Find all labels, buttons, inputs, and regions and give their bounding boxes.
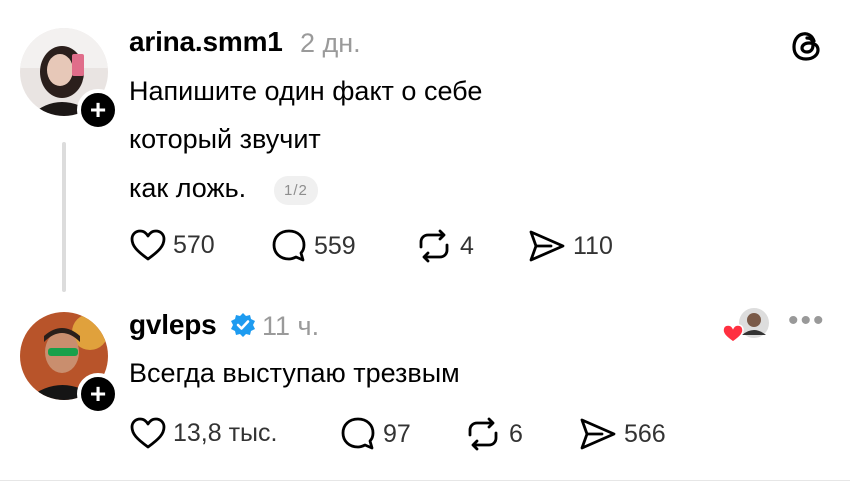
post-gvleps: + gvleps 11 ч. ••• Всегда выступаю трезв… — [0, 0, 850, 487]
username[interactable]: gvleps — [129, 309, 217, 341]
like-button[interactable]: 13,8 тыс. — [129, 416, 277, 450]
comment-icon — [341, 417, 375, 450]
comment-button[interactable]: 97 — [339, 416, 411, 452]
repost-count: 6 — [509, 419, 523, 448]
post-time: 11 ч. — [262, 311, 320, 341]
comment-count: 97 — [383, 419, 411, 448]
follow-plus-icon[interactable]: + — [77, 373, 119, 415]
heart-icon — [722, 324, 744, 343]
more-icon[interactable]: ••• — [788, 304, 826, 338]
repost-icon — [468, 417, 498, 451]
share-button[interactable]: 566 — [578, 416, 666, 452]
divider — [0, 480, 850, 481]
like-count: 13,8 тыс. — [173, 418, 278, 447]
repost-button[interactable]: 6 — [463, 416, 523, 452]
verified-icon — [231, 313, 255, 337]
liked-by-avatar[interactable] — [722, 305, 772, 345]
send-icon — [580, 418, 616, 450]
share-count: 566 — [624, 419, 666, 448]
heart-icon — [130, 417, 166, 449]
post-text: Всегда выступаю трезвым — [129, 358, 460, 388]
